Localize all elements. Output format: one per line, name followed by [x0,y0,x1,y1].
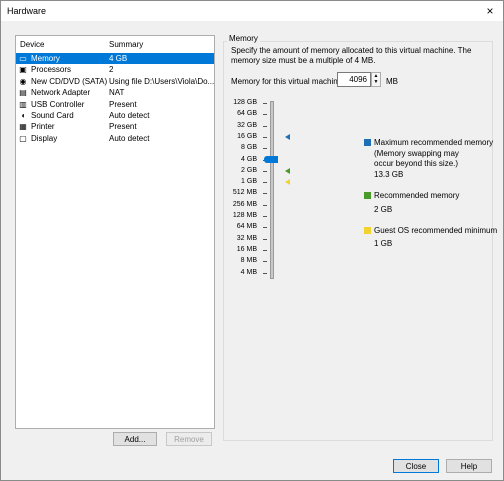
scale-label: 128 MB [232,212,257,219]
help-button[interactable]: Help [446,459,492,473]
device-row-new-cd-dvd-sata-[interactable]: ◉ New CD/DVD (SATA) Using file D:\Users\Vi… [16,76,215,87]
window-title: Hardware [7,6,47,16]
max-recommended-swatch [364,139,371,146]
scale-tick-mark [263,114,267,116]
scale-label: 256 MB [232,200,257,208]
hardware-dialog: Hardware × Device Summary ▭ Memory 4 GB ▣ Pr… [0,0,504,481]
memory-icon: ▭ [19,54,27,63]
column-header-summary[interactable]: Summary [109,40,143,49]
recommended-marker-icon [285,167,290,174]
max-recommended-value: 13.3 GB [374,170,404,179]
scale-label: 512 MB [232,189,257,197]
scale-label: 128 GB [233,99,257,106]
scale-label: 16 GB [237,132,257,140]
device-summary: Auto detect [109,133,150,143]
memory-description: Specify the amount of memory allocated t… [231,46,472,65]
scale-tick-mark [263,103,267,104]
max-recommended-title: Maximum recommended memory [374,138,494,147]
device-row-printer[interactable]: ▦ Printer Present [16,121,214,132]
recommended-title: Recommended memory [374,191,460,200]
device-row-memory[interactable]: ▭ Memory 4 GB [16,53,214,64]
scale-tick-mark [263,261,267,263]
close-button[interactable]: Close [393,459,439,473]
processor-icon: ▣ [19,65,27,75]
remove-button[interactable]: Remove [166,432,212,446]
scale-tick-mark [263,249,267,251]
scale-label: 2 GB [241,166,257,174]
network-icon: ▤ [19,88,27,98]
recommended-value: 2 GB [374,205,393,214]
device-row-sound-card[interactable]: ◖ Sound Card Auto detect [16,110,214,121]
scale-label: 16 MB [236,245,257,253]
scale-tick-mark [263,272,267,274]
printer-icon: ▦ [19,122,27,132]
memory-field-label: Memory for this virtual machine: [231,77,345,86]
device-name: Display [31,133,58,143]
scale-tick-mark [263,216,267,217]
memory-scale: 128 GB 64 GB 32 GB 16 GB 8 GB 4 GB 2 GB 1 GB 512… [227,99,377,281]
column-header-device[interactable]: Device [20,40,44,49]
device-name: USB Controller [31,99,85,109]
device-row-network-adapter[interactable]: ▤ Network Adapter NAT [16,87,214,98]
device-list-header: Device Summary [16,36,214,52]
scale-label: 32 GB [237,121,257,129]
scale-tick-mark [263,182,267,184]
scale-label: 64 GB [237,110,257,118]
cd-dvd-icon: ◉ [19,76,27,86]
memory-input[interactable]: 4096 [337,72,371,87]
scale-tick-mark [263,204,267,206]
device-summary: Present [109,99,137,109]
scale-tick-mark [263,238,267,240]
add-button[interactable]: Add... [113,432,157,446]
memory-unit: MB [386,77,398,86]
device-summary: 2 [109,65,114,75]
recommended-swatch [364,192,371,199]
max-recommended-note: (Memory swapping may occur beyond this s… [374,149,459,168]
device-name: Network Adapter [31,88,91,98]
scale-tick-mark [263,170,267,172]
device-row-usb-controller[interactable]: ▥ USB Controller Present [16,99,214,110]
device-summary: Auto detect [109,111,150,120]
memory-group-title: Memory [227,34,260,43]
device-name: New CD/DVD (SATA) [31,76,108,86]
scale-label: 4 GB [241,155,257,163]
device-list: Device Summary ▭ Memory 4 GB ▣ Processors 2 ◉ N… [15,35,215,429]
device-name: Processors [31,65,72,75]
device-summary: NAT [109,88,125,98]
max-recommended-marker-icon [285,133,290,140]
sound-icon: ◖ [20,111,26,120]
close-icon[interactable]: × [483,4,497,18]
guest-minimum-swatch [364,227,371,234]
device-name: Memory [31,54,60,63]
guest-minimum-marker-icon [285,179,290,186]
scale-tick-mark [263,148,267,150]
memory-slider-track[interactable] [270,101,274,279]
device-name: Sound Card [31,111,74,120]
scale-label: 32 MB [236,234,257,242]
device-name: Printer [31,122,55,132]
guest-minimum-value: 1 GB [374,239,393,248]
memory-slider-thumb[interactable] [264,155,278,163]
device-summary: Using file D:\Users\Viola\Do... [109,76,214,86]
device-summary: Present [109,122,137,132]
device-summary: 4 GB [109,54,128,63]
scale-tick-mark [263,193,267,195]
spin-down-icon[interactable]: ▼ [372,79,380,85]
scale-label: 1 GB [241,178,257,186]
scale-tick-mark [263,125,267,127]
scale-label: 8 MB [240,257,257,265]
usb-icon: ▥ [19,99,27,109]
scale-label: 64 MB [236,223,257,231]
scale-tick-mark [263,136,267,138]
guest-minimum-title: Guest OS recommended minimum [374,226,498,235]
scale-label: 4 MB [240,268,257,276]
display-icon: ▢ [19,133,27,143]
device-row-processors[interactable]: ▣ Processors 2 [16,64,214,75]
memory-spinner[interactable]: ▲ ▼ [371,72,381,87]
scale-label: 8 GB [241,144,257,152]
device-row-display[interactable]: ▢ Display Auto detect [16,133,214,144]
scale-tick-mark [263,227,267,229]
title-bar: Hardware × [1,1,503,21]
